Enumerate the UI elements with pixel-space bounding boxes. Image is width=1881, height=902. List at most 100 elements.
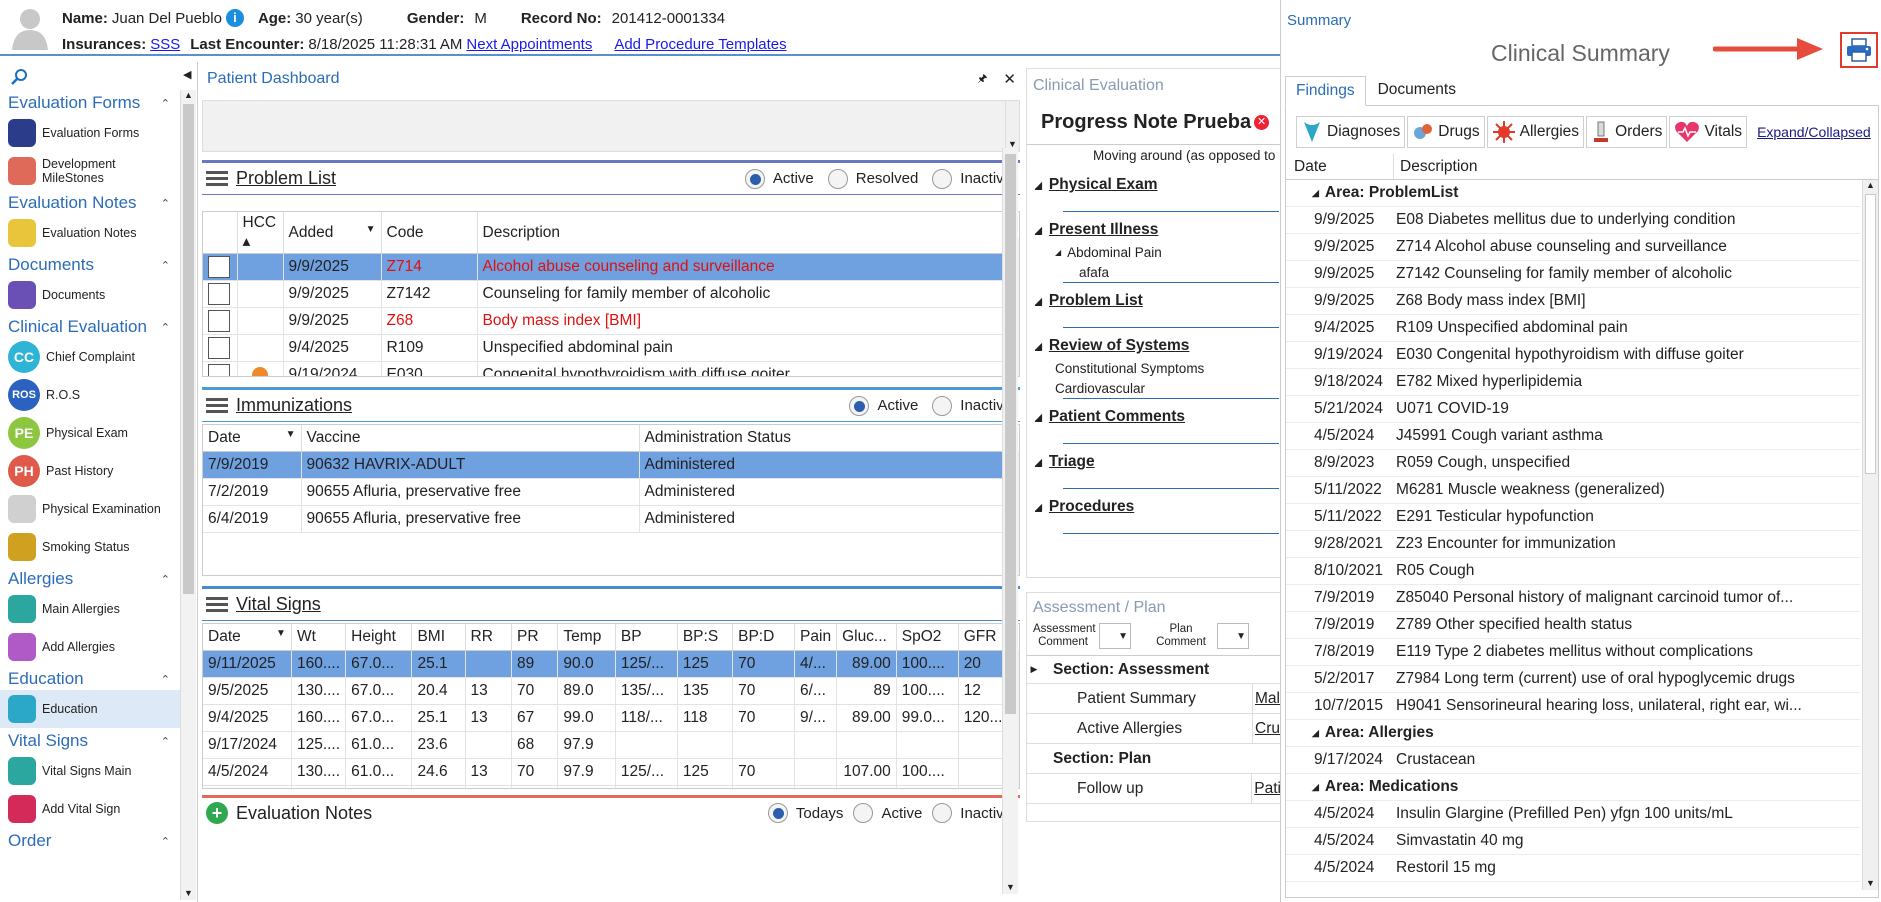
list-item[interactable]: 4/5/2024 J45991 Cough variant asthma: [1286, 423, 1860, 450]
vital-col-header[interactable]: Date ▼: [203, 624, 292, 651]
collapse-sidebar-icon[interactable]: ◀: [183, 68, 191, 81]
area-header[interactable]: ◢ Area: Allergies: [1286, 720, 1860, 747]
sidebar-item-chief-complaint[interactable]: CC Chief Complaint: [0, 338, 180, 376]
section-assessment[interactable]: Section: Assessment: [1041, 661, 1209, 679]
row-select-cell[interactable]: [203, 280, 238, 308]
row-select-cell[interactable]: [203, 307, 238, 335]
sidebar-item-development-milestones[interactable]: Development MileStones: [0, 152, 180, 190]
menu-icon[interactable]: [206, 168, 228, 189]
pin-icon[interactable]: 🖈: [977, 70, 987, 89]
problem-filter-inactive-radio[interactable]: [932, 168, 953, 189]
table-row[interactable]: 7/9/2019125....61.0...23.6885296.9120/..…: [203, 785, 1004, 788]
ce-section-header[interactable]: ◢ Present Illness: [1027, 218, 1281, 242]
vital-col-header[interactable]: BP:S: [677, 624, 734, 651]
row-checkbox[interactable]: [208, 364, 230, 376]
sidebar-item-smoking-status[interactable]: Smoking Status: [0, 528, 180, 566]
progress-note-title[interactable]: Progress Note Prueba: [1041, 111, 1251, 134]
sidebar-section-header[interactable]: Documents ⌃: [0, 254, 180, 276]
sidebar-item-main-allergies[interactable]: Main Allergies: [0, 590, 180, 628]
list-item[interactable]: 9/18/2024 E782 Mixed hyperlipidemia: [1286, 369, 1860, 396]
section-plan[interactable]: Section: Plan: [1027, 750, 1151, 768]
col-admin-status[interactable]: Administration Status: [639, 425, 1003, 452]
vitals-filter-button[interactable]: Vitals: [1669, 116, 1748, 148]
list-item[interactable]: 10/7/2015 H9041 Sensorineural hearing los…: [1286, 693, 1860, 720]
summary-scrollbar[interactable]: ▲ ▼: [1862, 180, 1878, 890]
diagnoses-filter-button[interactable]: Diagnoses: [1296, 116, 1406, 148]
vital-col-header[interactable]: PR: [511, 624, 559, 651]
drugs-filter-button[interactable]: Drugs: [1407, 116, 1485, 148]
sidebar-item-documents[interactable]: Documents: [0, 276, 180, 314]
menu-icon[interactable]: [206, 594, 228, 615]
row-select-cell[interactable]: [203, 361, 238, 376]
chevron-up-icon[interactable]: ⌃: [161, 835, 170, 848]
menu-icon[interactable]: [206, 395, 228, 416]
vital-col-header[interactable]: Wt: [291, 624, 347, 651]
notes-filter-todays-radio[interactable]: [767, 803, 788, 823]
table-row[interactable]: 9/5/2025 130.... 67.0... 20.4 13 70 89.0 135/..…: [203, 677, 1004, 705]
col-code[interactable]: Code: [381, 212, 478, 254]
table-row[interactable]: 9/11/2025 160.... 67.0... 25.1 89 90.0 125/...…: [203, 650, 1004, 678]
col-date[interactable]: Date: [1286, 154, 1394, 179]
problem-list-title[interactable]: Problem List: [236, 168, 336, 189]
next-appointments-link[interactable]: Next Appointments: [466, 36, 592, 53]
ce-sub-item[interactable]: afafa: [1027, 262, 1281, 282]
sidebar-item-add-vital-sign[interactable]: Add Vital Sign: [0, 790, 180, 828]
evaluation-notes-title[interactable]: Evaluation Notes: [236, 803, 372, 824]
vital-col-header[interactable]: Gluc...: [836, 624, 897, 651]
chevron-up-icon[interactable]: ⌃: [161, 259, 170, 272]
problem-filter-active-radio[interactable]: [744, 168, 765, 189]
sidebar-section-header[interactable]: Allergies ⌃: [0, 568, 180, 590]
list-item[interactable]: 9/9/2025 E08 Diabetes mellitus due to und…: [1286, 207, 1860, 234]
col-date[interactable]: Date ▼: [203, 425, 302, 452]
row-checkbox[interactable]: [208, 310, 230, 332]
sidebar-item-physical-examination[interactable]: Physical Examination: [0, 490, 180, 528]
vital-col-header[interactable]: SpO2: [896, 624, 959, 651]
list-item[interactable]: 5/21/2024 U071 COVID-19: [1286, 396, 1860, 423]
ce-sub-item[interactable]: Constitutional Symptoms: [1027, 358, 1281, 378]
ce-section-label[interactable]: Problem List: [1049, 292, 1143, 310]
area-header[interactable]: ◢ Area: ProblemList: [1286, 180, 1860, 207]
sidebar-item-evaluation-forms[interactable]: Evaluation Forms: [0, 114, 180, 152]
table-row[interactable]: 9/19/2024 E030 Congenital hypothyroidism w…: [203, 361, 1003, 376]
collapse-triangle-icon[interactable]: ◢: [1035, 457, 1042, 468]
plan-comment-dropdown[interactable]: ▼: [1217, 623, 1249, 649]
vital-col-header[interactable]: BP:D: [732, 624, 796, 651]
expand-collapse-link[interactable]: Expand/Collapsed: [1757, 124, 1871, 140]
table-row[interactable]: 9/9/2025 Z68 Body mass index [BMI]: [203, 307, 1003, 335]
collapse-triangle-icon[interactable]: ◢: [1035, 180, 1042, 191]
ce-sub-item[interactable]: Cardiovascular: [1027, 378, 1281, 398]
list-item[interactable]: 9/9/2025 Z714 Alcohol abuse counseling an…: [1286, 234, 1860, 261]
table-row[interactable]: 9/9/2025 Z714 Alcohol abuse counseling and…: [203, 253, 1003, 281]
list-item[interactable]: 9/9/2025 Z68 Body mass index [BMI]: [1286, 288, 1860, 315]
print-button[interactable]: [1840, 32, 1878, 68]
collapse-triangle-icon[interactable]: ◢: [1035, 225, 1042, 236]
problem-filter-resolved-radio[interactable]: [827, 168, 848, 189]
chevron-up-icon[interactable]: ⌃: [161, 673, 170, 686]
sidebar-item-evaluation-notes[interactable]: Evaluation Notes: [0, 214, 180, 252]
close-icon[interactable]: ✕: [1003, 70, 1016, 88]
sidebar-item-past-history[interactable]: PH Past History: [0, 452, 180, 490]
info-icon[interactable]: i: [225, 9, 244, 27]
ce-section-header[interactable]: ◢ Physical Exam: [1027, 173, 1281, 197]
vital-col-header[interactable]: BP: [615, 624, 678, 651]
notes-filter-inactive-radio[interactable]: [932, 803, 953, 823]
list-item[interactable]: 7/9/2019 Z85040 Personal history of malig…: [1286, 585, 1860, 612]
vital-col-header[interactable]: RR: [465, 624, 512, 651]
sidebar-item-r-o-s[interactable]: ROS R.O.S: [0, 376, 180, 414]
col-added[interactable]: Added ▼: [283, 212, 382, 254]
immunization-filter-active-radio[interactable]: [849, 395, 870, 416]
sidebar-section-header[interactable]: Clinical Evaluation ⌃: [0, 316, 180, 338]
sidebar-item-physical-exam[interactable]: PE Physical Exam: [0, 414, 180, 452]
list-item[interactable]: 8/10/2021 R05 Cough: [1286, 558, 1860, 585]
col-vaccine[interactable]: Vaccine: [301, 425, 640, 452]
ce-section-header[interactable]: ◢ Procedures: [1027, 495, 1281, 519]
tab-findings[interactable]: Findings: [1285, 76, 1366, 106]
ce-sub-item[interactable]: ◢ Abdominal Pain: [1027, 242, 1281, 262]
ce-section-header[interactable]: ◢ Review of Systems: [1027, 334, 1281, 358]
ce-section-header[interactable]: ◢ Triage: [1027, 450, 1281, 474]
dashboard-scrollbar[interactable]: ▼: [1002, 148, 1018, 894]
list-item[interactable]: 4/5/2024 Insulin Glargine (Prefilled Pen)…: [1286, 801, 1860, 828]
vital-col-header[interactable]: BMI: [411, 624, 466, 651]
list-item[interactable]: 7/8/2019 E119 Type 2 diabetes mellitus wi…: [1286, 639, 1860, 666]
row-select-cell[interactable]: [203, 253, 238, 281]
